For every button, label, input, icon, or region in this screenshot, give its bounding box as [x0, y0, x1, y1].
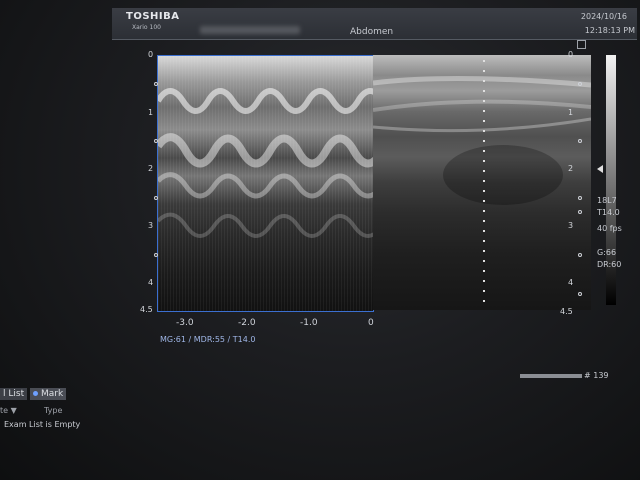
tab-exam-list[interactable]: l List [0, 388, 28, 400]
header-bar: TOSHIBA Xario 100 Abdomen 2024/10/16 12:… [112, 8, 637, 40]
brand-logo: TOSHIBA [126, 11, 180, 22]
m-line-cursor[interactable] [483, 60, 485, 310]
m-mode-image[interactable] [157, 55, 374, 312]
cine-slider[interactable] [520, 374, 582, 378]
depth-tick [154, 82, 158, 86]
depth-tick [154, 139, 158, 143]
time-label-0: 0 [368, 318, 374, 328]
depth-tick [578, 82, 582, 86]
depth-label-4-right: 4 [568, 278, 574, 287]
depth-tick [578, 139, 582, 143]
depth-tick [578, 292, 582, 296]
m-mode-params: MG:61 / MDR:55 / T14.0 [160, 335, 256, 344]
column-date[interactable]: te ▼ [0, 406, 17, 415]
time-label-neg3: -3.0 [176, 318, 194, 328]
patient-name-redacted [200, 26, 300, 34]
depth-label-3-right: 3 [568, 221, 574, 230]
time-label-neg1: -1.0 [300, 318, 318, 328]
depth-tick [578, 253, 582, 257]
dynamic-range-label: DR:60 [597, 260, 622, 269]
model-name: Xario 100 [132, 24, 161, 31]
depth-label-0-right: 0 [568, 50, 574, 59]
exam-type: Abdomen [350, 27, 394, 37]
b-mode-texture-icon [373, 75, 591, 205]
date: 2024/10/16 [580, 12, 627, 21]
cine-frame-label: # 139 [584, 371, 609, 380]
m-mode-pattern-icon [158, 88, 373, 238]
b-mode-image[interactable] [373, 55, 591, 310]
depth-tick [154, 196, 158, 200]
fps-label: 40 fps [597, 224, 622, 233]
focus-marker-icon [597, 165, 603, 173]
tab-mark[interactable]: Mark [30, 388, 67, 400]
tab-mark-label: Mark [41, 389, 64, 399]
depth-label-3-left: 3 [148, 221, 154, 230]
depth-label-2-right: 2 [568, 164, 574, 173]
probe-label: 18L7 [597, 196, 617, 205]
depth-tick [578, 210, 582, 214]
depth-label-1-right: 1 [568, 108, 574, 117]
depth-label-1-left: 1 [148, 108, 154, 117]
empty-message: Exam List is Empty [4, 420, 81, 429]
depth-tick [154, 253, 158, 257]
freeze-icon [577, 40, 586, 49]
depth-label-4-left: 4 [148, 278, 154, 287]
depth-tick [578, 196, 582, 200]
gain-label: G:66 [597, 248, 617, 257]
depth-label-2-left: 2 [148, 164, 154, 173]
depth-label-45-left: 4.5 [140, 305, 153, 314]
column-type[interactable]: Type [44, 406, 62, 415]
exam-list-panel: l List Mark te ▼ Type Exam List is Empty [0, 386, 100, 446]
time-label-neg2: -2.0 [238, 318, 256, 328]
time: 12:18:13 PM [584, 26, 635, 35]
depth-label-45-right: 4.5 [560, 307, 573, 316]
mark-bullet-icon [33, 391, 38, 396]
thi-label: T14.0 [597, 208, 620, 217]
depth-label-0-left: 0 [148, 50, 154, 59]
